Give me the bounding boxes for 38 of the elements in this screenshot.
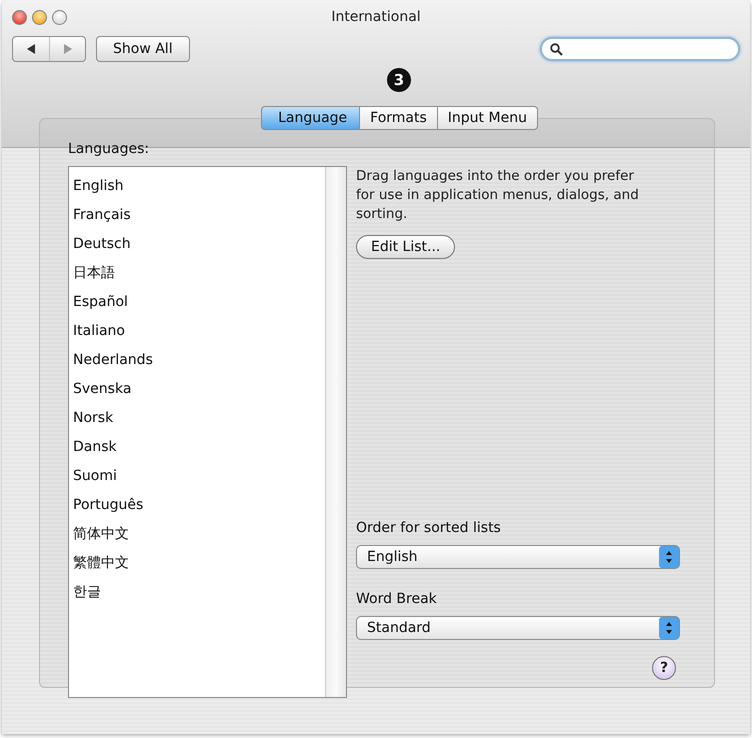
description-text: Drag languages into the order you prefer for use in application menus, dialogs, and sorting.: [356, 167, 640, 224]
show-all-button[interactable]: Show All: [96, 36, 190, 62]
language-item[interactable]: Norsk: [69, 403, 325, 432]
language-item[interactable]: English: [69, 171, 325, 200]
window-title: International: [331, 9, 421, 25]
language-item[interactable]: 简体中文: [69, 519, 325, 548]
right-arrow-icon: [62, 44, 72, 54]
languages-label: Languages:: [68, 141, 150, 157]
language-item[interactable]: Português: [69, 490, 325, 519]
search-field[interactable]: [540, 37, 740, 61]
language-item[interactable]: 繁體中文: [69, 548, 325, 577]
search-icon: [550, 42, 563, 56]
language-item[interactable]: Suomi: [69, 461, 325, 490]
tab[interactable]: Formats: [360, 106, 438, 130]
left-arrow-icon: [26, 44, 36, 54]
callout-number: 3: [387, 68, 411, 92]
language-item[interactable]: Français: [69, 200, 325, 229]
language-item[interactable]: Dansk: [69, 432, 325, 461]
close-button[interactable]: [12, 10, 27, 24]
popup-menu[interactable]: English: [356, 545, 680, 569]
minimize-button[interactable]: [32, 10, 47, 24]
stepper-icon: [659, 617, 679, 639]
language-item[interactable]: Nederlands: [69, 345, 325, 374]
language-item[interactable]: 日本語: [69, 258, 325, 287]
tab[interactable]: Input Menu: [438, 106, 538, 130]
language-item[interactable]: 한글: [69, 577, 325, 606]
edit-list-button[interactable]: Edit List...: [356, 235, 456, 259]
stepper-icon: [659, 546, 679, 568]
zoom-button[interactable]: [52, 10, 67, 24]
help-button[interactable]: ?: [652, 656, 676, 680]
popup-label: Word Break: [356, 591, 438, 607]
language-item[interactable]: Italiano: [69, 316, 325, 345]
language-item[interactable]: Español: [69, 287, 325, 316]
language-item[interactable]: Deutsch: [69, 229, 325, 258]
language-item[interactable]: Svenska: [69, 374, 325, 403]
popup-label: Order for sorted lists: [356, 520, 502, 536]
popup-menu[interactable]: Standard: [356, 616, 680, 640]
tab[interactable]: Language: [261, 106, 360, 130]
